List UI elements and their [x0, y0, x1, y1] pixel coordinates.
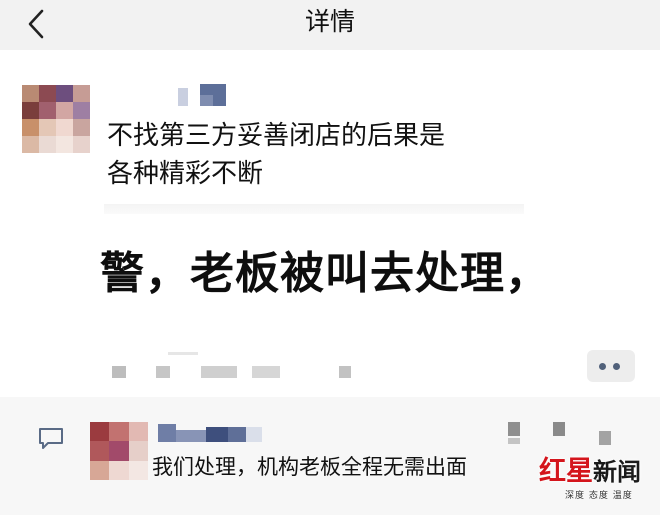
watermark-logo: 红星新闻	[539, 455, 641, 489]
more-button[interactable]	[587, 350, 635, 382]
more-dots-icon	[613, 363, 620, 370]
comment-bubble-icon[interactable]	[37, 427, 65, 451]
post-text-line-1: 不找第三方妥善闭店的后果是	[107, 121, 446, 151]
commenter-name-blurred[interactable]	[158, 424, 268, 442]
post-image-text[interactable]: 警，老板被叫去处理，	[100, 246, 550, 302]
comment-text: 我们处理，机构老板全程无需出面	[152, 455, 467, 479]
watermark-brand-red: 红星	[539, 456, 593, 487]
watermark-brand-black: 新闻	[593, 457, 641, 486]
news-watermark: 红星新闻 深度 态度 温度	[535, 455, 653, 507]
image-crop-edge	[104, 204, 524, 214]
watermark-tagline: 深度 态度 温度	[565, 491, 633, 501]
username-blurred[interactable]	[178, 84, 226, 106]
post-text-line-2: 各种精彩不断	[107, 159, 264, 189]
avatar[interactable]	[22, 85, 90, 153]
more-dots-icon	[599, 363, 606, 370]
page-title: 详情	[304, 7, 355, 36]
commenter-avatar[interactable]	[90, 422, 148, 480]
nav-bar: 详情	[0, 0, 660, 50]
post-card	[0, 50, 660, 395]
